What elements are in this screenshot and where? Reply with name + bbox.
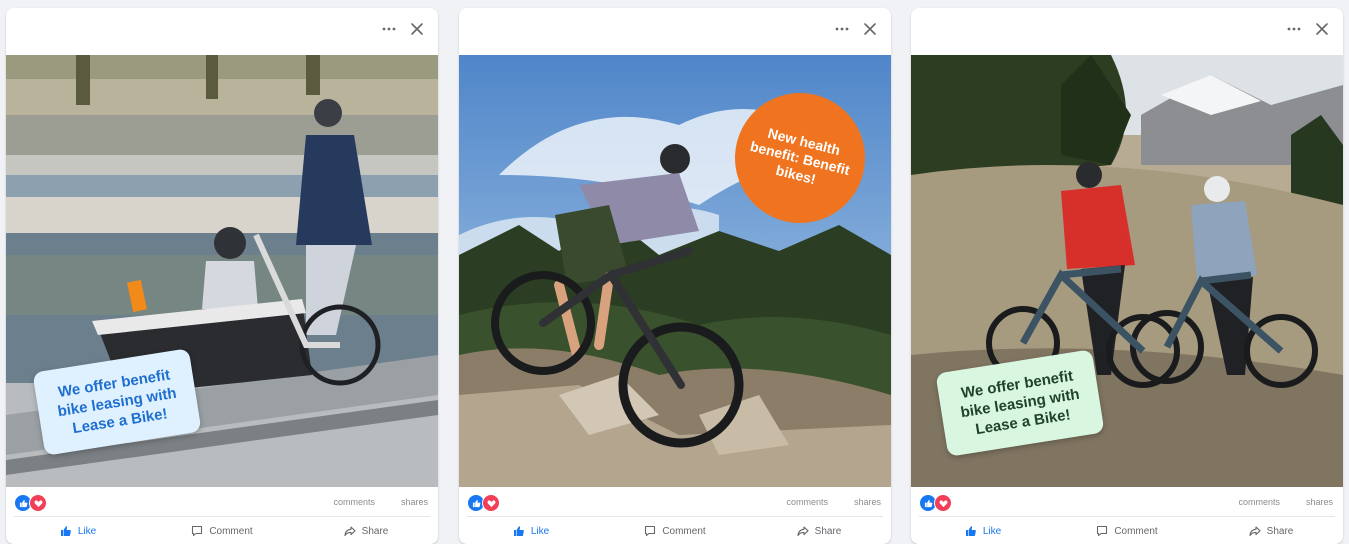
love-reaction-icon — [482, 494, 500, 512]
thumbs-up-icon — [513, 526, 524, 536]
like-button[interactable]: Like — [459, 520, 603, 542]
share-button[interactable]: Share — [1199, 520, 1343, 542]
post-image[interactable]: We offer benefit bike leasing with Lease… — [6, 55, 438, 487]
comments-count[interactable]: comments — [1238, 497, 1280, 507]
engagement-counts: comments shares — [1238, 497, 1333, 507]
divider — [467, 516, 883, 517]
reaction-summary[interactable] — [14, 494, 47, 512]
reaction-summary[interactable] — [467, 494, 500, 512]
close-icon[interactable] — [1313, 20, 1331, 38]
reaction-summary[interactable] — [919, 494, 952, 512]
comment-button[interactable]: Comment — [150, 520, 294, 542]
divider — [919, 516, 1335, 517]
action-bar: Like Comment Share — [6, 520, 438, 542]
love-reaction-icon — [29, 494, 47, 512]
shares-count[interactable]: shares — [1306, 497, 1333, 507]
close-icon[interactable] — [408, 20, 426, 38]
like-button[interactable]: Like — [6, 520, 150, 542]
love-reaction-icon — [934, 494, 952, 512]
post-card: We offer benefit bike leasing with Lease… — [911, 8, 1343, 544]
share-button[interactable]: Share — [294, 520, 438, 542]
comment-button[interactable]: Comment — [603, 520, 747, 542]
comment-label: Comment — [662, 525, 706, 537]
like-label: Like — [530, 525, 550, 537]
comment-button[interactable]: Comment — [1055, 520, 1199, 542]
more-icon[interactable] — [380, 20, 398, 38]
share-button[interactable]: Share — [747, 520, 891, 542]
comment-label: Comment — [1114, 525, 1158, 537]
post-image[interactable]: We offer benefit bike leasing with Lease… — [911, 55, 1343, 487]
share-icon — [344, 526, 356, 537]
more-icon[interactable] — [833, 20, 851, 38]
comment-icon — [192, 525, 203, 537]
action-bar: Like Comment Share — [911, 520, 1343, 542]
like-button[interactable]: Like — [911, 520, 1055, 542]
action-bar: Like Comment Share — [459, 520, 891, 542]
thumbs-up-icon — [965, 526, 976, 536]
share-label: Share — [814, 525, 842, 537]
like-label: Like — [982, 525, 1002, 537]
post-header — [459, 8, 891, 54]
share-label: Share — [361, 525, 389, 537]
comments-count[interactable]: comments — [333, 497, 375, 507]
shares-count[interactable]: shares — [401, 497, 428, 507]
share-icon — [797, 526, 809, 537]
share-label: Share — [1266, 525, 1294, 537]
comment-icon — [645, 525, 656, 537]
comments-count[interactable]: comments — [786, 497, 828, 507]
post-header — [911, 8, 1343, 54]
shares-count[interactable]: shares — [854, 497, 881, 507]
more-icon[interactable] — [1285, 20, 1303, 38]
engagement-counts: comments shares — [786, 497, 881, 507]
engagement-counts: comments shares — [333, 497, 428, 507]
comment-label: Comment — [209, 525, 253, 537]
comment-icon — [1097, 525, 1108, 537]
post-card: We offer benefit bike leasing with Lease… — [6, 8, 438, 544]
like-label: Like — [77, 525, 97, 537]
post-image[interactable]: New health benefit: Benefit bikes! — [459, 55, 891, 487]
post-card: New health benefit: Benefit bikes! comme… — [459, 8, 891, 544]
post-header — [6, 8, 438, 54]
divider — [14, 516, 430, 517]
close-icon[interactable] — [861, 20, 879, 38]
share-icon — [1249, 526, 1261, 537]
thumbs-up-icon — [60, 526, 71, 536]
